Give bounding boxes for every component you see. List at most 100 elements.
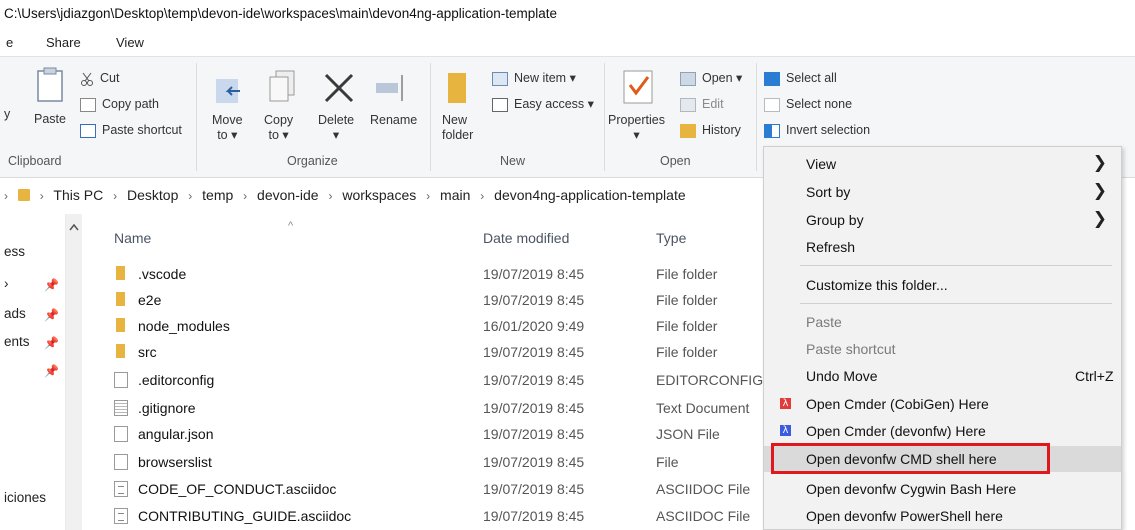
context-menu-item-open-cmder-devonfw[interactable]: λ Open Cmder (devonfw) Here	[764, 418, 1121, 444]
file-type: Text Document	[656, 400, 750, 416]
context-menu-item-open-devonfw-cygwin[interactable]: Open devonfw Cygwin Bash Here	[764, 476, 1121, 502]
file-row[interactable]: .vscode 19/07/2019 8:45 File folder	[82, 261, 762, 287]
breadcrumb-this-pc[interactable]: This PC	[53, 187, 103, 203]
nav-scrollbar[interactable]	[66, 214, 82, 530]
menu-item-label: Customize this folder...	[806, 277, 948, 293]
pin-icon: 📌	[44, 364, 59, 378]
context-menu-item-open-devonfw-powershell[interactable]: Open devonfw PowerShell here	[764, 503, 1121, 529]
column-header-type[interactable]: Type	[656, 230, 686, 246]
column-header-name[interactable]: Name	[114, 230, 151, 246]
breadcrumb-main[interactable]: main	[440, 187, 470, 203]
nav-item-documents[interactable]: ents	[4, 334, 30, 349]
context-menu-item-paste[interactable]: Paste	[764, 309, 1121, 335]
ribbon-divider	[756, 63, 757, 171]
breadcrumb-separator: ›	[4, 189, 8, 203]
menu-item-label: Open devonfw Cygwin Bash Here	[806, 481, 1017, 497]
edit-button[interactable]: Edit	[680, 95, 724, 113]
copy-to-button[interactable]: Copy to ▾	[264, 113, 293, 143]
asciidoc-file-icon	[114, 508, 128, 524]
context-menu-item-paste-shortcut[interactable]: Paste shortcut	[764, 336, 1121, 362]
menu-item-label: Open devonfw PowerShell here	[806, 508, 1003, 524]
cut-button[interactable]: Cut	[80, 69, 119, 87]
folder-icon	[116, 344, 125, 358]
paste-icon	[37, 67, 63, 102]
delete-label: Delete	[318, 113, 355, 127]
file-name: e2e	[138, 292, 162, 308]
copy-path-label: Copy path	[102, 97, 159, 111]
tab-share[interactable]: Share	[46, 35, 81, 50]
open-button[interactable]: Open ▾	[680, 69, 742, 87]
file-row[interactable]: angular.json 19/07/2019 8:45 JSON File	[82, 421, 762, 447]
paste-button[interactable]: Paste	[34, 112, 66, 127]
file-row[interactable]: e2e 19/07/2019 8:45 File folder	[82, 287, 762, 313]
easy-access-button[interactable]: Easy access ▾	[492, 95, 594, 113]
paste-shortcut-button[interactable]: Paste shortcut	[80, 121, 182, 139]
history-button[interactable]: History	[680, 121, 741, 139]
breadcrumb-workspaces[interactable]: workspaces	[342, 187, 416, 203]
nav-item-partial[interactable]: ›	[4, 276, 9, 291]
copy-path-icon	[80, 97, 96, 112]
breadcrumb-devon-ide[interactable]: devon-ide	[257, 187, 319, 203]
file-name: src	[138, 344, 157, 360]
move-to-icon	[216, 79, 240, 103]
file-row[interactable]: CONTRIBUTING_GUIDE.asciidoc 19/07/2019 8…	[82, 503, 762, 529]
context-menu-item-refresh[interactable]: Refresh	[764, 234, 1121, 260]
file-date: 19/07/2019 8:45	[483, 426, 585, 442]
properties-checkmark-icon	[623, 70, 653, 104]
column-header-date-modified[interactable]: Date modified	[483, 230, 569, 246]
move-to-dropdown-label: to ▾	[217, 128, 238, 142]
nav-item-downloads[interactable]: ads	[4, 306, 26, 321]
breadcrumb-temp[interactable]: temp	[202, 187, 233, 203]
nav-item-quick-access[interactable]: ess	[4, 244, 25, 259]
context-menu-item-open-cmder-cobigen[interactable]: λ Open Cmder (CobiGen) Here	[764, 391, 1121, 417]
delete-button[interactable]: Delete ▾	[318, 113, 354, 143]
tab-view[interactable]: View	[116, 35, 144, 50]
file-type: ASCIIDOC File	[656, 508, 751, 524]
history-label: History	[702, 123, 741, 137]
breadcrumb-separator: ›	[243, 189, 248, 203]
copy-path-button[interactable]: Copy path	[80, 95, 159, 113]
breadcrumb: › › This PC › Desktop › temp › devon-ide…	[4, 187, 686, 203]
tab-home[interactable]: e	[6, 35, 13, 50]
context-menu-item-sort-by[interactable]: Sort by ❯	[764, 179, 1121, 205]
file-row[interactable]: node_modules 16/01/2020 9:49 File folder	[82, 313, 762, 339]
folder-icon	[116, 318, 125, 332]
shortcut-label: Ctrl+Z	[1075, 368, 1114, 384]
menu-item-label: Paste shortcut	[806, 341, 896, 357]
file-date: 19/07/2019 8:45	[483, 372, 585, 388]
pin-to-quick-access-button-partial[interactable]: y	[4, 107, 10, 122]
file-row[interactable]: CODE_OF_CONDUCT.asciidoc 19/07/2019 8:45…	[82, 476, 762, 502]
nav-item-applications[interactable]: iciones	[4, 490, 46, 505]
file-row[interactable]: src 19/07/2019 8:45 File folder	[82, 339, 762, 365]
ribbon-divider	[430, 63, 431, 171]
select-none-button[interactable]: Select none	[764, 95, 852, 113]
new-folder-icon	[448, 73, 466, 103]
invert-selection-button[interactable]: Invert selection	[764, 121, 870, 139]
new-folder-label: New	[442, 113, 468, 127]
file-name: .gitignore	[138, 400, 196, 416]
new-item-button[interactable]: New item ▾	[492, 69, 576, 87]
file-row[interactable]: .editorconfig 19/07/2019 8:45 EDITORCONF…	[82, 367, 763, 393]
breadcrumb-current-folder[interactable]: devon4ng-application-template	[494, 187, 685, 203]
context-menu-item-customize-folder[interactable]: Customize this folder...	[764, 272, 1121, 298]
select-none-label: Select none	[786, 97, 853, 111]
file-date: 19/07/2019 8:45	[483, 344, 585, 360]
ribbon-divider	[604, 63, 605, 171]
select-all-button[interactable]: Select all	[764, 69, 837, 87]
cut-label: Cut	[100, 71, 120, 85]
move-to-button[interactable]: Move to ▾	[212, 113, 243, 143]
file-name: browserslist	[138, 454, 212, 470]
properties-button[interactable]: Properties ▾	[608, 113, 665, 143]
rename-button[interactable]: Rename	[370, 113, 417, 128]
scroll-up-arrow-icon[interactable]	[66, 220, 82, 236]
breadcrumb-desktop[interactable]: Desktop	[127, 187, 178, 203]
context-menu-item-group-by[interactable]: Group by ❯	[764, 207, 1121, 233]
file-row[interactable]: .gitignore 19/07/2019 8:45 Text Document	[82, 395, 762, 421]
pin-icon: 📌	[44, 278, 59, 292]
file-row[interactable]: browserslist 19/07/2019 8:45 File	[82, 449, 762, 475]
open-label: Open ▾	[702, 71, 743, 85]
context-menu-item-undo-move[interactable]: Undo Move Ctrl+Z	[764, 363, 1121, 389]
context-menu-item-view[interactable]: View ❯	[764, 151, 1121, 177]
cmder-lambda-icon: λ	[780, 425, 791, 436]
new-folder-button[interactable]: New folder	[442, 113, 473, 143]
